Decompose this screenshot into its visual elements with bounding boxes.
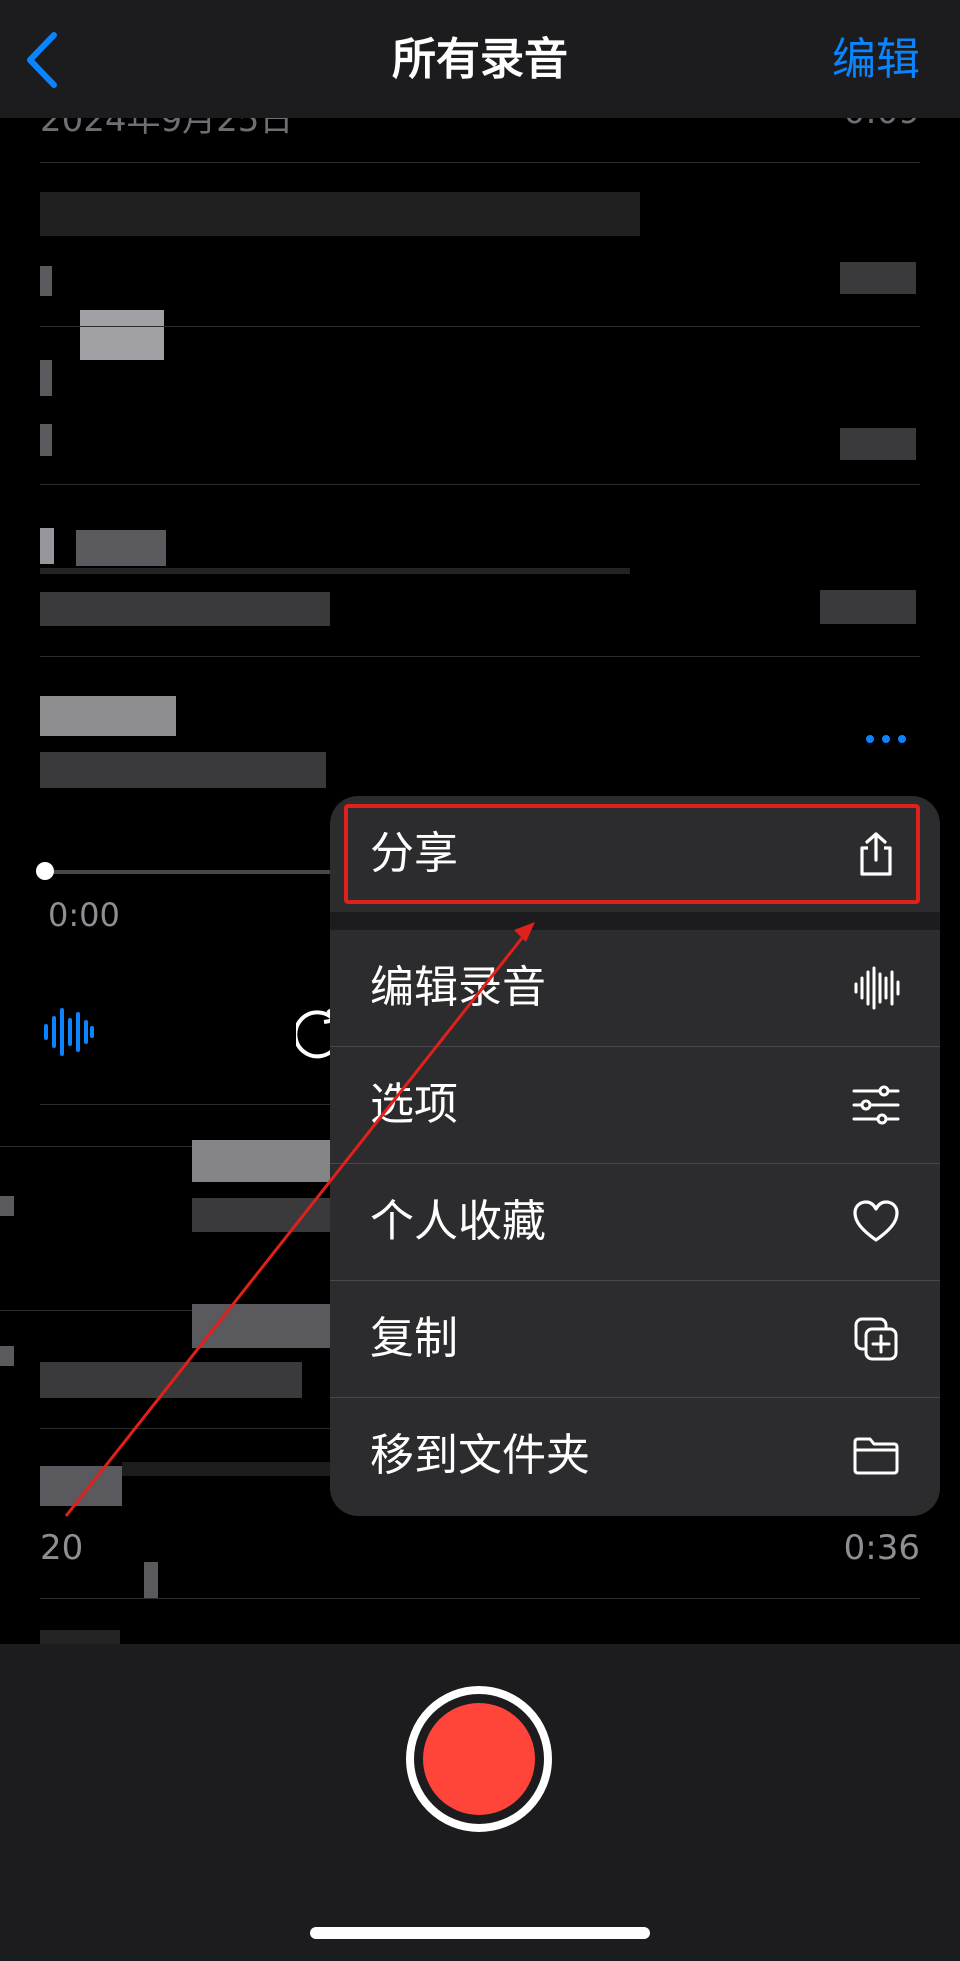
annotation-arrow <box>64 922 535 1517</box>
